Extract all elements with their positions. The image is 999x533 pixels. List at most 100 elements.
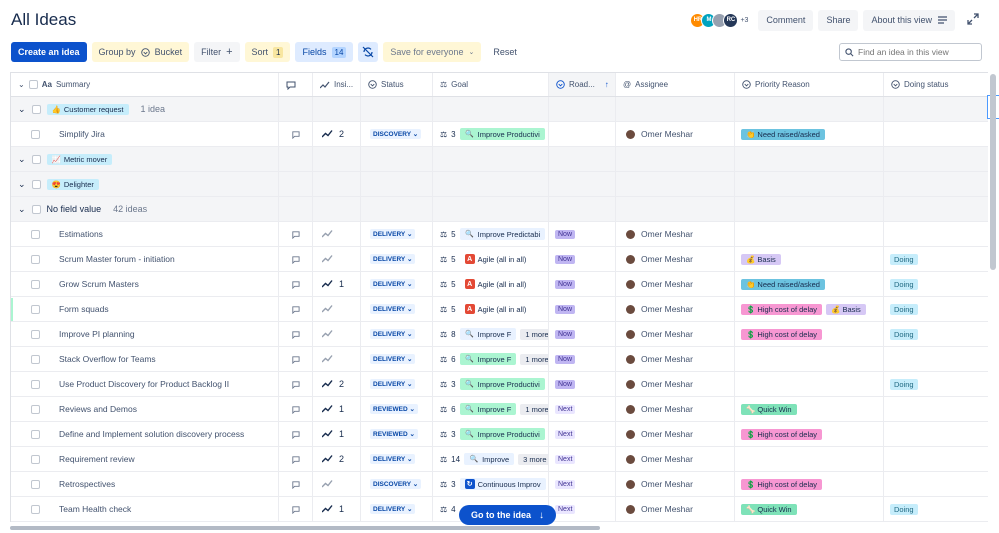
save-for-everyone-button[interactable]: Save for everyone ⌄ bbox=[383, 42, 482, 62]
assignee-cell[interactable]: Omer Meshar bbox=[616, 222, 735, 246]
vertical-scrollbar[interactable] bbox=[990, 74, 996, 270]
summary-cell[interactable]: Reviews and Demos bbox=[11, 397, 279, 421]
comments-cell[interactable] bbox=[279, 247, 313, 271]
status-cell[interactable]: DISCOVERY ⌄ bbox=[361, 122, 433, 146]
summary-cell[interactable]: Grow Scrum Masters bbox=[11, 272, 279, 296]
roadmap-cell[interactable]: Next bbox=[549, 497, 616, 521]
goal-cell[interactable]: ⚖ 6 🔍 Improve F1 more bbox=[433, 347, 549, 371]
goal-tag[interactable]: 🔍 Improve F bbox=[459, 328, 517, 340]
priority-cell[interactable]: 💰 Basis bbox=[735, 247, 884, 271]
empty-cell[interactable] bbox=[616, 172, 735, 196]
comment-icon[interactable] bbox=[291, 130, 300, 139]
row-checkbox[interactable] bbox=[31, 504, 40, 514]
roadmap-tag[interactable]: Now bbox=[555, 354, 576, 364]
roadmap-tag[interactable]: Now bbox=[555, 304, 576, 314]
empty-cell[interactable] bbox=[361, 147, 433, 171]
empty-cell[interactable] bbox=[313, 197, 361, 221]
goal-cell[interactable]: ⚖ 8 🔍 Improve F1 more bbox=[433, 322, 549, 346]
filter-button[interactable]: Filter + bbox=[194, 42, 240, 62]
idea-summary[interactable]: Use Product Discovery for Product Backlo… bbox=[59, 379, 229, 389]
priority-tag[interactable]: 👏 Need raised/asked bbox=[741, 128, 825, 140]
assignee-cell[interactable]: Omer Meshar bbox=[616, 122, 735, 146]
table-row[interactable]: Define and Implement solution discovery … bbox=[11, 422, 988, 447]
priority-cell[interactable] bbox=[735, 347, 884, 371]
goal-tag[interactable]: 🔍 Improve bbox=[464, 453, 515, 465]
empty-cell[interactable] bbox=[279, 147, 313, 171]
status-cell[interactable]: DELIVERY ⌄ bbox=[361, 372, 433, 396]
goal-tag[interactable]: 🔍 Improve Predictabi bbox=[459, 228, 546, 240]
header-roadmap[interactable]: Road... ↑ bbox=[549, 73, 616, 96]
goal-cell[interactable]: ⚖ 5 A Agile (all in all) bbox=[433, 247, 549, 271]
empty-cell[interactable] bbox=[735, 172, 884, 196]
doing-status-tag[interactable]: Doing bbox=[890, 378, 918, 390]
comment-button[interactable]: Comment bbox=[758, 9, 814, 31]
empty-cell[interactable] bbox=[361, 97, 433, 121]
table-row[interactable]: Form squads DELIVERY ⌄ ⚖ 5 A Agile (all in al… bbox=[11, 297, 988, 322]
goal-cell[interactable]: ⚖ 3 ↻ Continuous Improv bbox=[433, 472, 549, 496]
idea-summary[interactable]: Grow Scrum Masters bbox=[59, 279, 139, 289]
create-idea-button[interactable]: Create an idea bbox=[11, 42, 87, 62]
header-doing-status[interactable]: Doing status bbox=[884, 73, 988, 96]
table-row[interactable]: Stack Overflow for Teams DELIVERY ⌄ ⚖ 6 🔍 Imp… bbox=[11, 347, 988, 372]
roadmap-tag[interactable]: Now bbox=[555, 254, 576, 264]
comment-icon[interactable] bbox=[291, 455, 300, 464]
row-checkbox[interactable] bbox=[31, 254, 40, 264]
roadmap-tag[interactable]: Now bbox=[555, 379, 576, 389]
doing-status-cell[interactable]: Doing bbox=[884, 372, 988, 396]
doing-status-cell[interactable] bbox=[884, 422, 988, 446]
roadmap-cell[interactable] bbox=[549, 122, 616, 146]
comments-cell[interactable] bbox=[279, 122, 313, 146]
empty-cell[interactable] bbox=[279, 172, 313, 196]
empty-cell[interactable] bbox=[549, 97, 616, 121]
empty-cell[interactable] bbox=[433, 97, 549, 121]
roadmap-cell[interactable]: Now bbox=[549, 247, 616, 271]
roadmap-cell[interactable]: Now bbox=[549, 372, 616, 396]
goal-more-tag[interactable]: 1 more bbox=[520, 403, 548, 415]
roadmap-cell[interactable]: Next bbox=[549, 447, 616, 471]
status-lozenge[interactable]: DELIVERY ⌄ bbox=[370, 279, 416, 289]
comment-icon[interactable] bbox=[291, 380, 300, 389]
empty-cell[interactable] bbox=[433, 147, 549, 171]
summary-cell[interactable]: Scrum Master forum - initiation bbox=[11, 247, 279, 271]
empty-cell[interactable] bbox=[549, 147, 616, 171]
insights-cell[interactable]: 2 bbox=[313, 447, 361, 471]
priority-cell[interactable]: 💲 High cost of delay bbox=[735, 422, 884, 446]
comment-icon[interactable] bbox=[291, 480, 300, 489]
empty-cell[interactable] bbox=[616, 97, 735, 121]
insights-cell[interactable] bbox=[313, 322, 361, 346]
comments-cell[interactable] bbox=[279, 347, 313, 371]
status-cell[interactable]: REVIEWED ⌄ bbox=[361, 397, 433, 421]
status-cell[interactable]: DELIVERY ⌄ bbox=[361, 347, 433, 371]
status-lozenge[interactable]: REVIEWED ⌄ bbox=[370, 429, 418, 439]
goal-cell[interactable]: ⚖ 3 🔍 Improve Productivi bbox=[433, 122, 549, 146]
priority-tag[interactable]: 💲 High cost of delay bbox=[741, 428, 823, 440]
status-cell[interactable]: DELIVERY ⌄ bbox=[361, 247, 433, 271]
doing-status-cell[interactable]: Doing bbox=[884, 272, 988, 296]
assignee-cell[interactable]: Omer Meshar bbox=[616, 472, 735, 496]
roadmap-cell[interactable]: Now bbox=[549, 347, 616, 371]
comments-cell[interactable] bbox=[279, 372, 313, 396]
summary-cell[interactable]: Simplify Jira bbox=[11, 122, 279, 146]
header-comments[interactable] bbox=[279, 73, 313, 96]
priority-cell[interactable] bbox=[735, 222, 884, 246]
row-checkbox[interactable] bbox=[31, 379, 40, 389]
insights-cell[interactable]: 1 bbox=[313, 422, 361, 446]
insights-cell[interactable] bbox=[313, 297, 361, 321]
idea-summary[interactable]: Form squads bbox=[59, 304, 109, 314]
roadmap-tag[interactable]: Now bbox=[555, 279, 576, 289]
comments-cell[interactable] bbox=[279, 497, 313, 521]
status-cell[interactable]: DELIVERY ⌄ bbox=[361, 447, 433, 471]
idea-summary[interactable]: Stack Overflow for Teams bbox=[59, 354, 156, 364]
header-status[interactable]: Status bbox=[361, 73, 433, 96]
priority-tag[interactable]: 👏 Need raised/asked bbox=[741, 278, 825, 290]
empty-cell[interactable] bbox=[313, 172, 361, 196]
roadmap-cell[interactable]: Next bbox=[549, 397, 616, 421]
doing-status-cell[interactable] bbox=[884, 472, 988, 496]
comment-icon[interactable] bbox=[291, 305, 300, 314]
table-row[interactable]: Scrum Master forum - initiation DELIVERY … bbox=[11, 247, 988, 272]
empty-cell[interactable] bbox=[549, 172, 616, 196]
status-lozenge[interactable]: REVIEWED ⌄ bbox=[370, 404, 418, 414]
goal-more-tag[interactable]: 1 more bbox=[520, 353, 548, 365]
header-insights[interactable]: Insi... bbox=[313, 73, 361, 96]
empty-cell[interactable] bbox=[433, 172, 549, 196]
